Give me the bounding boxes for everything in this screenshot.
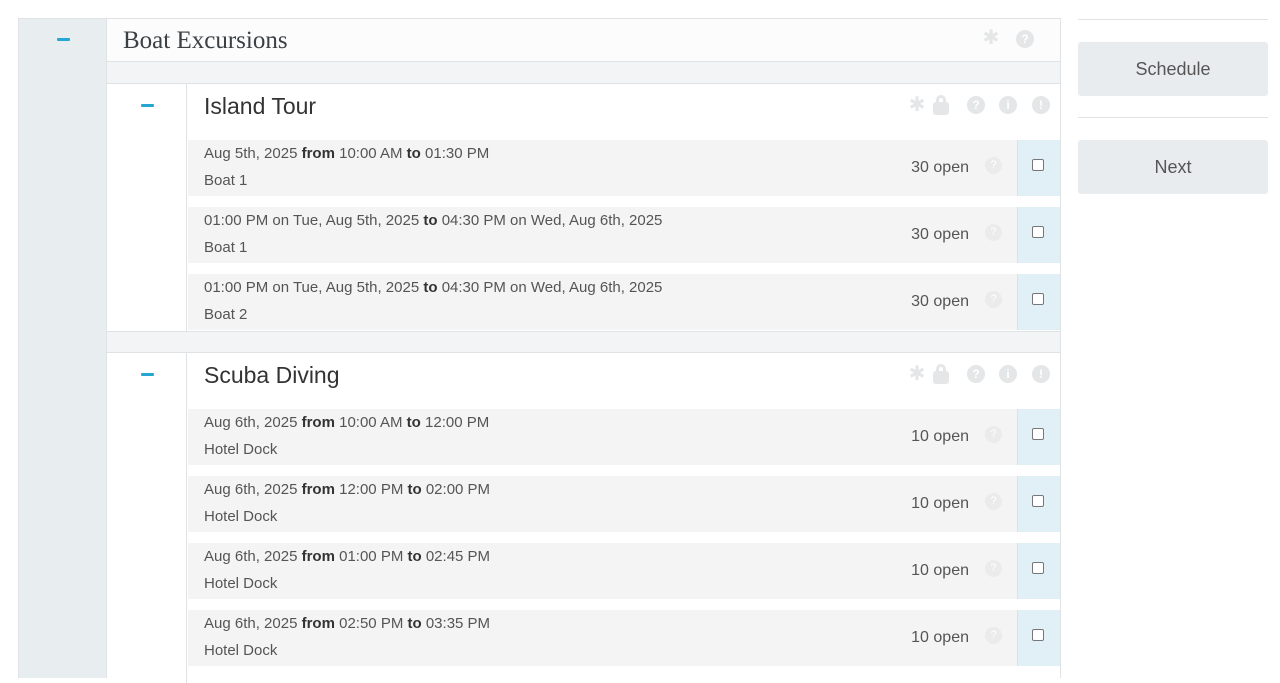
slot-availability: 30 open <box>911 226 969 243</box>
slot-location: Hotel Dock <box>204 642 278 659</box>
slot-location: Boat 2 <box>204 306 248 323</box>
sidebar-divider <box>1078 117 1268 118</box>
slot-help-icon[interactable]: ? <box>985 493 1002 510</box>
slot-help-icon[interactable]: ? <box>985 426 1002 443</box>
slot-checkbox-cell[interactable] <box>1017 610 1060 666</box>
slot-time: Aug 6th, 2025 from 02:50 PM to 03:35 PM <box>204 615 491 632</box>
info-icon[interactable]: i <box>999 365 1017 383</box>
slot-checkbox-cell[interactable] <box>1017 543 1060 599</box>
slot-checkbox[interactable] <box>1032 562 1044 574</box>
help-icon[interactable]: ? <box>1016 30 1034 48</box>
asterisk-icon[interactable]: ✱ <box>982 28 1000 48</box>
help-icon[interactable]: ? <box>967 365 985 383</box>
slot-time: 01:00 PM on Tue, Aug 5th, 2025 to 04:30 … <box>204 212 663 229</box>
slot-help-icon[interactable]: ? <box>985 560 1002 577</box>
group-gutter <box>107 353 187 683</box>
booking-panel: Boat Excursions ✱ ? Island Tour ✱ ? i ! … <box>18 18 1061 683</box>
slot-availability: 10 open <box>911 562 969 579</box>
slot-time: Aug 5th, 2025 from 10:00 AM to 01:30 PM <box>204 145 490 162</box>
slot-availability: 30 open <box>911 159 969 176</box>
alert-icon[interactable]: ! <box>1032 365 1050 383</box>
slot-help-icon[interactable]: ? <box>985 224 1002 241</box>
time-slot[interactable]: 01:00 PM on Tue, Aug 5th, 2025 to 04:30 … <box>188 207 1060 263</box>
group-gutter <box>107 84 187 331</box>
schedule-button[interactable]: Schedule <box>1078 42 1268 96</box>
category-header: Boat Excursions ✱ ? <box>107 19 1060 62</box>
group-title: Island Tour <box>204 93 317 119</box>
lock-icon[interactable] <box>933 364 949 384</box>
slot-help-icon[interactable]: ? <box>985 291 1002 308</box>
asterisk-icon[interactable]: ✱ <box>908 95 926 115</box>
collapse-group-icon[interactable] <box>141 373 154 376</box>
slot-time: Aug 6th, 2025 from 12:00 PM to 02:00 PM <box>204 481 491 498</box>
group-separator <box>107 331 1060 353</box>
slot-checkbox[interactable] <box>1032 629 1044 641</box>
slot-checkbox-cell[interactable] <box>1017 274 1060 330</box>
group-separator <box>107 62 1060 84</box>
time-slot[interactable]: 01:00 PM on Tue, Aug 5th, 2025 to 04:30 … <box>188 274 1060 330</box>
slot-location: Boat 1 <box>204 239 248 256</box>
slot-checkbox[interactable] <box>1032 428 1044 440</box>
collapse-category-icon[interactable] <box>57 38 70 41</box>
group-island-tour: Island Tour ✱ ? i ! Aug 5th, 2025 from 1… <box>107 84 1060 331</box>
slot-location: Hotel Dock <box>204 441 278 458</box>
group-scuba-diving: Scuba Diving ✱ ? i ! Aug 6th, 2025 from … <box>107 353 1060 683</box>
slot-checkbox-cell[interactable] <box>1017 207 1060 263</box>
slot-checkbox[interactable] <box>1032 159 1044 171</box>
slot-location: Hotel Dock <box>204 508 278 525</box>
slot-availability: 10 open <box>911 495 969 512</box>
slot-availability: 10 open <box>911 629 969 646</box>
asterisk-icon[interactable]: ✱ <box>908 364 926 384</box>
alert-icon[interactable]: ! <box>1032 96 1050 114</box>
slot-help-icon[interactable]: ? <box>985 157 1002 174</box>
slot-time: Aug 6th, 2025 from 01:00 PM to 02:45 PM <box>204 548 491 565</box>
slot-checkbox-cell[interactable] <box>1017 140 1060 196</box>
slot-location: Hotel Dock <box>204 575 278 592</box>
sidebar-divider <box>1078 19 1268 20</box>
slot-time: 01:00 PM on Tue, Aug 5th, 2025 to 04:30 … <box>204 279 663 296</box>
group-title: Scuba Diving <box>204 362 340 388</box>
next-button[interactable]: Next <box>1078 140 1268 194</box>
slot-checkbox[interactable] <box>1032 226 1044 238</box>
time-slot[interactable]: Aug 6th, 2025 from 01:00 PM to 02:45 PM … <box>188 543 1060 599</box>
slot-time: Aug 6th, 2025 from 10:00 AM to 12:00 PM <box>204 414 490 431</box>
slot-checkbox[interactable] <box>1032 293 1044 305</box>
category-title: Boat Excursions <box>123 27 288 54</box>
time-slot[interactable]: Aug 6th, 2025 from 02:50 PM to 03:35 PM … <box>188 610 1060 666</box>
time-slot[interactable]: Aug 5th, 2025 from 10:00 AM to 01:30 PM … <box>188 140 1060 196</box>
slot-availability: 10 open <box>911 428 969 445</box>
time-slot[interactable]: Aug 6th, 2025 from 10:00 AM to 12:00 PM … <box>188 409 1060 465</box>
help-icon[interactable]: ? <box>967 96 985 114</box>
slot-availability: 30 open <box>911 293 969 310</box>
slot-location: Boat 1 <box>204 172 248 189</box>
category-gutter <box>19 19 107 678</box>
lock-icon[interactable] <box>933 95 949 115</box>
info-icon[interactable]: i <box>999 96 1017 114</box>
slot-checkbox-cell[interactable] <box>1017 409 1060 465</box>
slot-checkbox[interactable] <box>1032 495 1044 507</box>
time-slot[interactable]: Aug 6th, 2025 from 12:00 PM to 02:00 PM … <box>188 476 1060 532</box>
collapse-group-icon[interactable] <box>141 104 154 107</box>
slot-checkbox-cell[interactable] <box>1017 476 1060 532</box>
slot-help-icon[interactable]: ? <box>985 627 1002 644</box>
